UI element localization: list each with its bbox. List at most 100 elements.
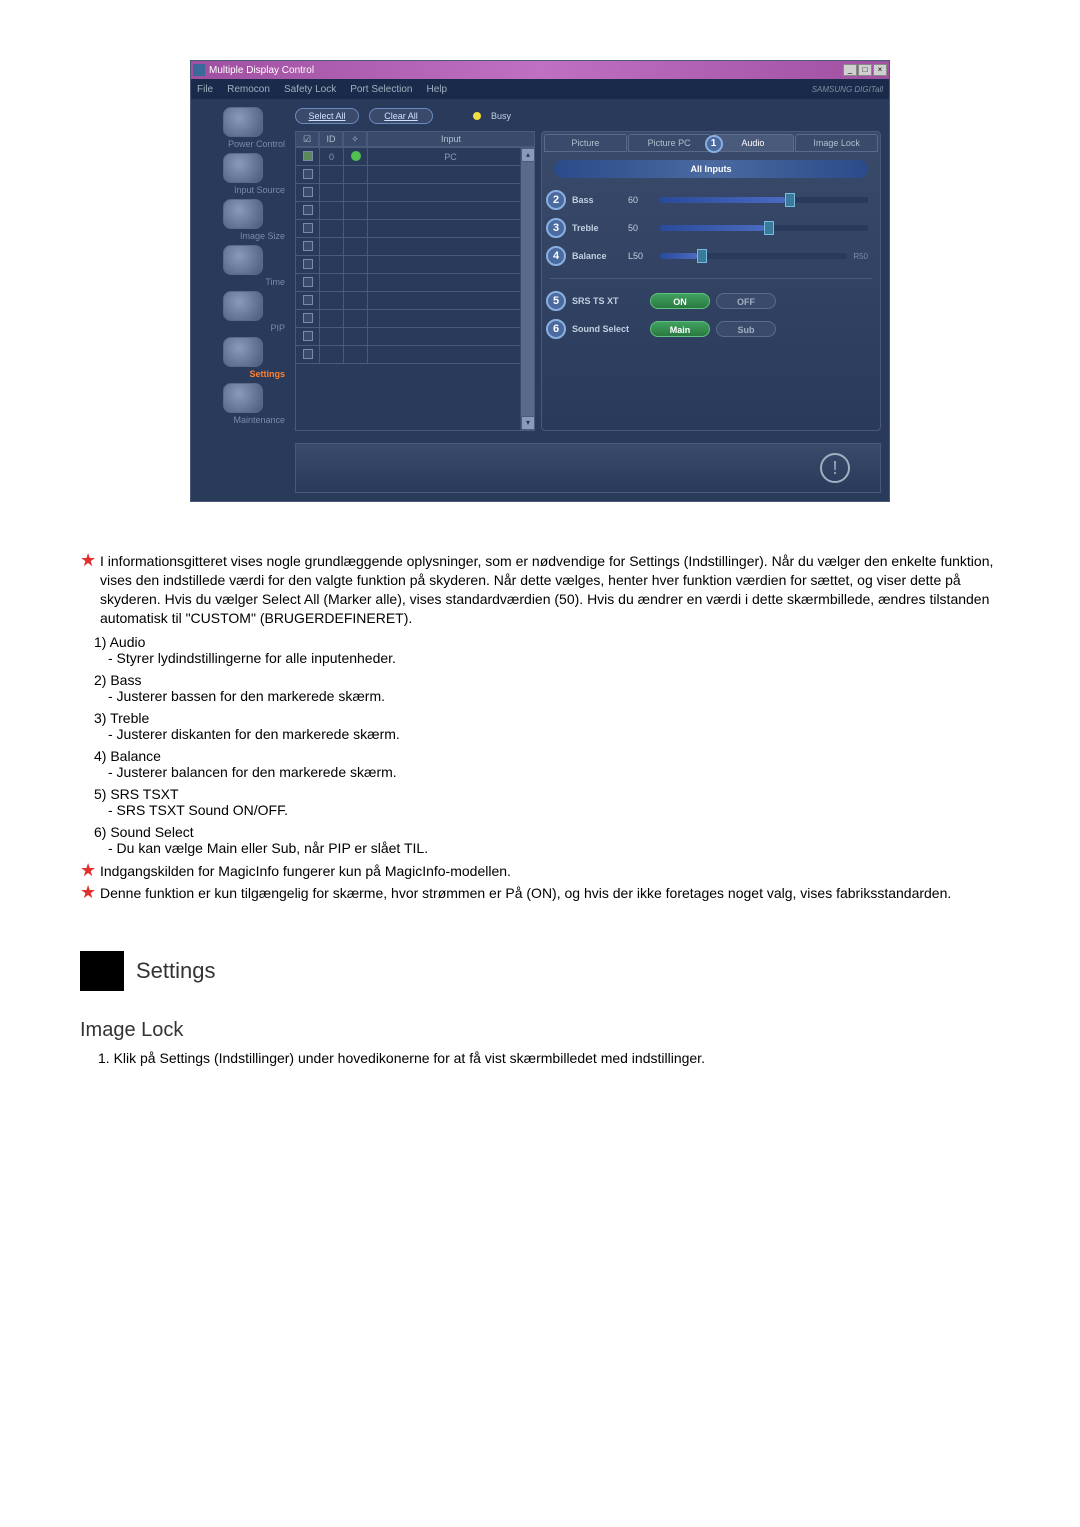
note-text: Indgangskilden for MagicInfo fungerer ku… [100,862,511,881]
srs-label: SRS TS XT [572,296,644,306]
grid-row[interactable] [296,310,534,328]
treble-value: 50 [628,223,654,233]
bass-label: Bass [572,195,622,205]
note-power: ★ Denne funktion er kun tilgængelig for … [80,884,1000,903]
step-1: 1. Klik på Settings (Indstillinger) unde… [98,1050,1000,1066]
sidebar-item-power-control[interactable]: Power Control [199,107,287,149]
list-item: 5) SRS TSXT [94,786,1000,802]
bass-value: 60 [628,195,654,205]
tab-audio[interactable]: 1 Audio [712,134,795,152]
list-item: 2) Bass [94,672,1000,688]
grid-row[interactable] [296,238,534,256]
list-desc: - Justerer diskanten for den markerede s… [108,726,1000,742]
tab-image-lock[interactable]: Image Lock [795,134,878,152]
star-icon: ★ [80,862,94,881]
menu-file[interactable]: File [197,84,213,95]
tab-audio-label: Audio [741,138,764,148]
display-grid: ☑ ID ✧ Input 0 PC [295,131,535,431]
col-checkbox[interactable]: ☑ [295,131,319,147]
grid-row[interactable] [296,346,534,364]
section-icon [80,951,124,991]
settings-panel: Picture Picture PC 1 Audio Image Lock Al… [541,131,881,431]
treble-slider[interactable] [660,225,868,231]
row-status [344,148,368,166]
sidebar-label: PIP [199,323,287,333]
sidebar-item-input-source[interactable]: Input Source [199,153,287,195]
sidebar-item-pip[interactable]: PIP [199,291,287,333]
srs-off-button[interactable]: OFF [716,293,776,309]
list-desc: - Justerer balancen for den markerede sk… [108,764,1000,780]
sound-sub-button[interactable]: Sub [716,321,776,337]
image-size-icon [223,199,263,229]
col-id: ID [319,131,343,147]
info-icon: ! [820,453,850,483]
list-desc: - Styrer lydindstillingerne for alle inp… [108,650,1000,666]
grid-row[interactable] [296,292,534,310]
list-item: 1) Audio [94,634,1000,650]
grid-row[interactable]: 0 PC [296,148,534,166]
maintenance-icon [223,383,263,413]
tab-picture-pc[interactable]: Picture PC [628,134,711,152]
maximize-button[interactable]: □ [858,64,872,76]
sidebar-item-maintenance[interactable]: Maintenance [199,383,287,425]
balance-value-right: R50 [853,252,868,261]
callout-badge-4: 4 [546,246,566,266]
busy-label: Busy [491,111,511,121]
tab-picture[interactable]: Picture [544,134,627,152]
app-title: Multiple Display Control [209,65,314,76]
sidebar-label: Power Control [199,139,287,149]
minimize-button[interactable]: _ [843,64,857,76]
balance-label: Balance [572,251,622,261]
clear-all-button[interactable]: Clear All [369,108,433,124]
select-all-button[interactable]: Select All [295,108,359,124]
busy-dot-icon [473,112,481,120]
grid-row[interactable] [296,274,534,292]
note-text: Denne funktion er kun tilgængelig for sk… [100,884,951,903]
sidebar-item-settings[interactable]: Settings [199,337,287,379]
menu-safety-lock[interactable]: Safety Lock [284,84,336,95]
balance-row: 4 Balance L50 R50 [542,242,880,270]
grid-row[interactable] [296,166,534,184]
power-icon [223,107,263,137]
intro-text: I informationsgitteret vises nogle grund… [100,552,1000,628]
list-desc: - Du kan vælge Main eller Sub, når PIP e… [108,840,1000,856]
sub-title: Image Lock [80,1019,1000,1042]
scroll-down-button[interactable]: ▾ [521,416,535,430]
all-inputs-button[interactable]: All Inputs [554,160,868,178]
brand-label: SAMSUNG DIGITall [812,85,883,94]
callout-badge-6: 6 [546,319,566,339]
menu-port-selection[interactable]: Port Selection [350,84,412,95]
treble-label: Treble [572,223,622,233]
time-icon [223,245,263,275]
grid-row[interactable] [296,202,534,220]
sidebar-item-time[interactable]: Time [199,245,287,287]
grid-row[interactable] [296,220,534,238]
sidebar-label: Settings [199,369,287,379]
balance-value-left: L50 [628,251,654,261]
bass-slider[interactable] [660,197,868,203]
sidebar-item-image-size[interactable]: Image Size [199,199,287,241]
srs-row: 5 SRS TS XT ON OFF [542,287,880,315]
status-bar: ! [295,443,881,493]
srs-on-button[interactable]: ON [650,293,710,309]
sidebar-label: Input Source [199,185,287,195]
scroll-up-button[interactable]: ▴ [521,148,535,162]
sound-select-row: 6 Sound Select Main Sub [542,315,880,343]
grid-row[interactable] [296,256,534,274]
balance-slider[interactable] [660,253,847,259]
close-button[interactable]: × [873,64,887,76]
scrollbar-vertical[interactable]: ▴ ▾ [520,148,534,430]
col-status: ✧ [343,131,367,147]
grid-row[interactable] [296,184,534,202]
grid-row[interactable] [296,328,534,346]
menu-bar: File Remocon Safety Lock Port Selection … [191,79,889,99]
menu-help[interactable]: Help [426,84,447,95]
callout-badge-3: 3 [546,218,566,238]
pip-icon [223,291,263,321]
row-checkbox[interactable] [296,148,320,166]
sound-main-button[interactable]: Main [650,321,710,337]
sidebar-label: Image Size [199,231,287,241]
list-item: 3) Treble [94,710,1000,726]
menu-remocon[interactable]: Remocon [227,84,270,95]
callout-badge-5: 5 [546,291,566,311]
